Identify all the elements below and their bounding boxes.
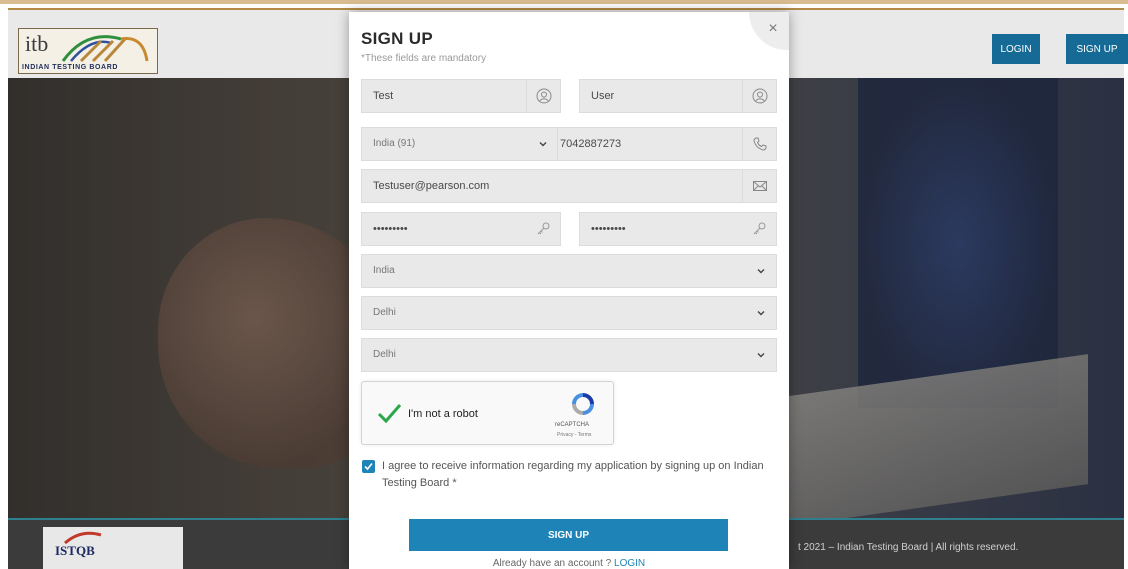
istqb-logo[interactable]: ISTQB — [43, 527, 183, 569]
itb-logo[interactable]: itb INDIAN TESTING BOARD — [18, 28, 158, 74]
phone-icon — [742, 128, 776, 160]
user-icon — [526, 80, 560, 112]
city-select[interactable]: Delhi — [361, 338, 777, 372]
city-value: Delhi — [373, 349, 396, 360]
header-signup-button[interactable]: SIGN UP — [1066, 34, 1128, 64]
recaptcha-label: I'm not a robot — [408, 408, 478, 420]
recaptcha-icon — [572, 393, 594, 415]
last-name-value: User — [591, 90, 615, 102]
login-link[interactable]: LOGIN — [614, 558, 645, 569]
signup-modal: × SIGN UP *These fields are mandatory Te… — [349, 12, 789, 569]
top-accent-line — [0, 0, 1128, 4]
already-account-line: Already have an account ? LOGIN — [349, 558, 789, 569]
mandatory-note: *These fields are mandatory — [361, 53, 487, 64]
confirm-password-value: ••••••••• — [591, 223, 626, 235]
state-select[interactable]: Delhi — [361, 296, 777, 330]
phone-value: 7042887273 — [560, 138, 622, 150]
already-account-text: Already have an account ? — [492, 558, 612, 569]
logo-arc-graphic — [61, 35, 149, 63]
logo-subtitle: INDIAN TESTING BOARD — [22, 64, 118, 71]
first-name-value: Test — [373, 90, 394, 102]
footer-copyright: t 2021 – Indian Testing Board | All righ… — [798, 542, 1019, 553]
recaptcha-links[interactable]: Privacy - Terms — [557, 432, 591, 438]
signup-submit-button[interactable]: SIGN UP — [409, 519, 728, 551]
chevron-down-icon — [757, 269, 765, 274]
key-icon — [742, 213, 776, 245]
chevron-down-icon — [757, 353, 765, 358]
country-code-value: India (91) — [373, 138, 416, 149]
recaptcha-brand: reCAPTCHA — [555, 422, 590, 428]
header-login-button[interactable]: LOGIN — [992, 34, 1040, 64]
checkmark-icon[interactable] — [376, 400, 402, 426]
recaptcha-widget[interactable]: I'm not a robot reCAPTCHA Privacy - Term… — [361, 381, 614, 445]
istqb-logo-text: ISTQB — [55, 543, 95, 558]
mail-icon — [742, 170, 776, 202]
last-name-field[interactable]: User — [579, 79, 777, 113]
chevron-down-icon — [757, 311, 765, 316]
chevron-down-icon — [539, 142, 547, 147]
country-select[interactable]: India — [361, 254, 777, 288]
first-name-field[interactable]: Test — [361, 79, 561, 113]
password-field[interactable]: ••••••••• — [361, 212, 561, 246]
password-value: ••••••••• — [373, 223, 408, 235]
logo-text: itb — [25, 31, 49, 56]
country-value: India — [373, 265, 395, 276]
key-icon — [526, 213, 560, 245]
state-value: Delhi — [373, 307, 396, 318]
agree-label: I agree to receive information regarding… — [382, 460, 764, 489]
country-code-select[interactable]: India (91) — [361, 127, 559, 161]
email-value: Testuser@pearson.com — [373, 180, 490, 192]
agree-checkbox[interactable] — [362, 460, 375, 473]
close-icon[interactable]: × — [749, 12, 789, 50]
modal-title: SIGN UP — [361, 29, 434, 48]
checkmark-icon — [364, 462, 373, 471]
phone-field[interactable]: 7042887273 — [557, 127, 777, 161]
confirm-password-field[interactable]: ••••••••• — [579, 212, 777, 246]
email-field[interactable]: Testuser@pearson.com — [361, 169, 777, 203]
user-icon — [742, 80, 776, 112]
